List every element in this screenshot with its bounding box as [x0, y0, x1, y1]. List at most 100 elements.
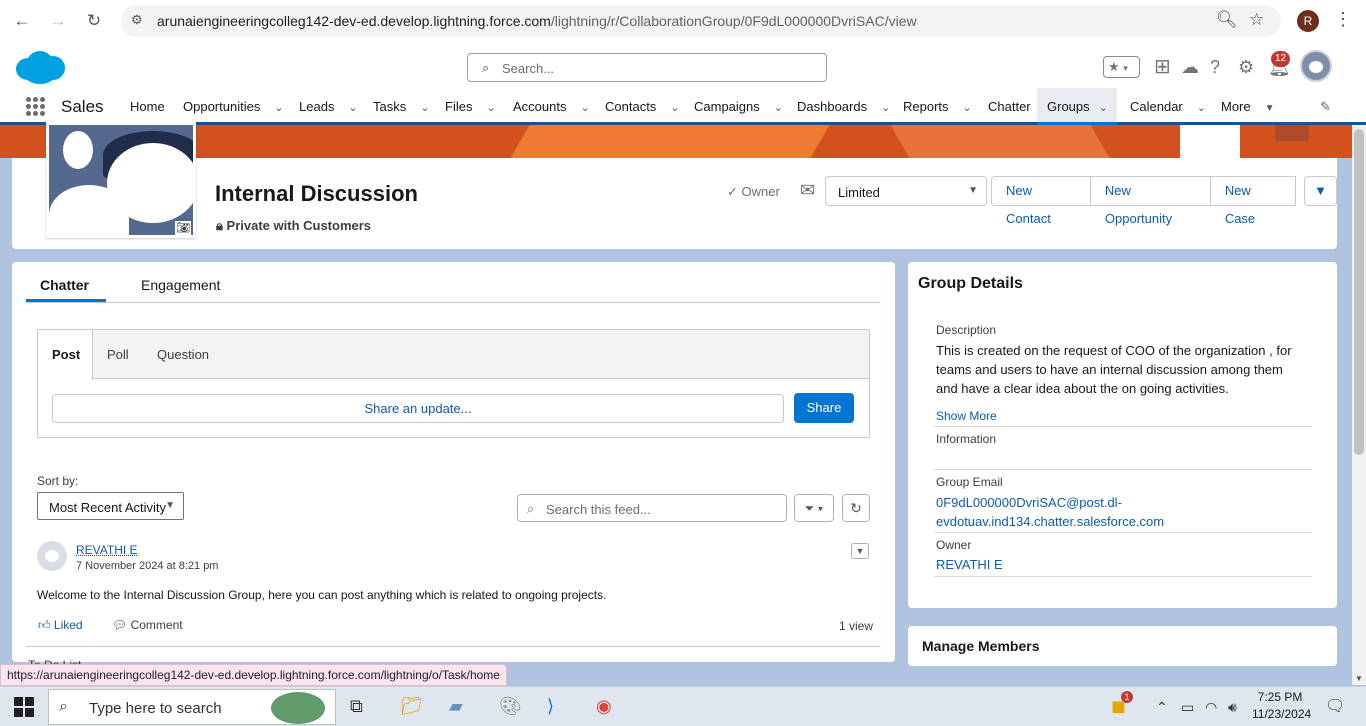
group-title: Internal Discussion: [215, 181, 418, 206]
nav-item-home[interactable]: Home: [130, 99, 165, 114]
nav-item-more[interactable]: More ▼: [1221, 99, 1275, 114]
volume-icon[interactable]: 🔊︎: [1228, 699, 1237, 716]
nav-item-accounts[interactable]: Accounts ⌄: [513, 99, 590, 114]
global-search-input[interactable]: ⌕ Search...: [467, 53, 827, 82]
camera-icon[interactable]: 📷︎: [175, 221, 191, 235]
nav-item-contacts[interactable]: Contacts ⌄: [605, 99, 680, 114]
thumbs-up-icon: 👍︎: [38, 618, 51, 632]
taskbar-search-input[interactable]: ⌕ Type here to search: [48, 689, 336, 725]
global-create-icon[interactable]: ⊞: [1154, 54, 1171, 79]
back-icon[interactable]: ←: [11, 11, 33, 33]
share-update-input[interactable]: Share an update...: [52, 394, 784, 423]
wifi-icon[interactable]: ◠: [1205, 699, 1217, 716]
user-avatar[interactable]: [1300, 50, 1332, 82]
nav-item-reports[interactable]: Reports ⌄: [903, 99, 972, 114]
publisher-tab-post[interactable]: Post: [52, 347, 80, 362]
owner-label: Owner: [936, 538, 972, 552]
publisher-tab-poll[interactable]: Poll: [107, 347, 129, 362]
browser-toolbar: ← → ↻ ⚙ arunaiengineeringcolleg142-dev-e…: [0, 0, 1366, 43]
chevron-up-icon[interactable]: ⌃: [1156, 699, 1168, 716]
divider: [26, 646, 880, 647]
tab-chatter[interactable]: Chatter: [40, 277, 89, 293]
owner-status: ✓ Owner: [727, 184, 780, 199]
forward-icon[interactable]: →: [47, 11, 69, 33]
post-views: 1 view: [839, 619, 874, 633]
chevron-down-icon: ⌄: [348, 102, 358, 114]
system-clock[interactable]: 7:25 PM 11/23/2024: [1252, 689, 1311, 723]
site-info-icon[interactable]: ⚙: [131, 12, 143, 28]
chatter-feed-card: Chatter Engagement Post Poll Question Sh…: [12, 262, 895, 662]
nav-item-tasks[interactable]: Tasks ⌄: [373, 99, 429, 114]
paint-icon[interactable]: 🎨︎: [499, 696, 522, 717]
app-icon[interactable]: ▰: [449, 696, 463, 717]
favorites-button[interactable]: ★ ▾: [1103, 56, 1140, 78]
file-explorer-icon[interactable]: 📁︎: [400, 696, 423, 717]
nav-item-files[interactable]: Files ⌄: [445, 99, 496, 114]
caret-down-icon: ▼: [1264, 103, 1275, 114]
new-case-button[interactable]: New Case: [1210, 176, 1297, 226]
bookmark-star-icon[interactable]: ☆: [1249, 10, 1264, 30]
nav-item-calendar[interactable]: Calendar ⌄: [1130, 99, 1206, 114]
chevron-down-icon: ⌄: [881, 102, 891, 114]
zoom-icon[interactable]: 🔍︎: [1216, 10, 1238, 30]
sort-select[interactable]: Most Recent Activity ▼: [37, 492, 184, 520]
app-launcher-icon[interactable]: [26, 97, 46, 117]
page-scrollbar[interactable]: ▼: [1352, 125, 1366, 685]
chrome-icon[interactable]: ◉: [596, 696, 612, 717]
scroll-down-icon[interactable]: ▼: [1355, 674, 1363, 683]
nav-item-leads[interactable]: Leads ⌄: [299, 99, 358, 114]
vscode-icon[interactable]: ⟩: [547, 696, 554, 717]
scrollbar-thumb[interactable]: [1354, 129, 1364, 455]
reload-icon[interactable]: ↻: [83, 11, 105, 33]
more-actions-button[interactable]: ▼: [1304, 176, 1337, 206]
group-privacy: 🔒︎ Private with Customers: [216, 218, 372, 233]
salesforce-logo[interactable]: [14, 49, 66, 85]
nav-item-dashboards[interactable]: Dashboards ⌄: [797, 99, 890, 114]
post-menu-button[interactable]: ▼: [851, 543, 869, 559]
windows-start-icon[interactable]: [14, 697, 34, 717]
address-bar[interactable]: ⚙ arunaiengineeringcolleg142-dev-ed.deve…: [121, 5, 1281, 37]
group-email-link[interactable]: 0F9dL000000DvriSAC@post.dl-evdotuav.ind1…: [936, 493, 1306, 531]
feed-search-input[interactable]: ⌕ Search this feed...: [517, 494, 787, 522]
help-icon[interactable]: ?: [1210, 57, 1220, 78]
setup-gear-icon[interactable]: ⚙: [1238, 57, 1254, 78]
task-view-icon[interactable]: ⧉: [350, 696, 363, 717]
like-button[interactable]: 👍︎ Liked: [38, 618, 83, 633]
notification-center-icon[interactable]: 🗨︎: [1325, 696, 1345, 716]
nav-item-chatter[interactable]: Chatter: [988, 99, 1031, 114]
profile-avatar[interactable]: R: [1297, 10, 1319, 32]
feed-filter-button[interactable]: ⏷ ▾: [794, 494, 834, 522]
feed-refresh-button[interactable]: ↻: [842, 494, 870, 522]
publisher-tab-question[interactable]: Question: [157, 347, 209, 362]
owner-link[interactable]: REVATHI E: [936, 555, 1306, 574]
nav-item-opportunities[interactable]: Opportunities ⌄: [183, 99, 284, 114]
trailhead-icon[interactable]: ☁: [1181, 57, 1199, 78]
edit-nav-pencil-icon[interactable]: ✎: [1320, 99, 1331, 115]
status-bar-url: https://arunaiengineeringcolleg142-dev-e…: [0, 664, 507, 686]
notification-frequency-select[interactable]: Limited ▼: [825, 176, 987, 206]
chevron-down-icon: ⌄: [274, 102, 284, 114]
post-timestamp[interactable]: 7 November 2024 at 8:21 pm: [76, 560, 218, 572]
browser-menu-icon[interactable]: ⋮: [1334, 9, 1352, 30]
nav-item-groups[interactable]: Groups ⌄: [1047, 99, 1108, 114]
comment-button[interactable]: 💬︎ Comment: [112, 618, 183, 632]
post-author-avatar[interactable]: [37, 541, 67, 571]
new-contact-button[interactable]: New Contact: [991, 176, 1091, 226]
share-button[interactable]: Share: [794, 393, 854, 423]
post-author-link[interactable]: REVATHI E: [76, 543, 138, 557]
tab-engagement[interactable]: Engagement: [141, 277, 220, 293]
manage-members-card: Manage Members: [908, 626, 1337, 666]
feed-tabs: Chatter Engagement: [26, 262, 880, 303]
group-photo[interactable]: 📷︎: [46, 122, 196, 238]
divider: [934, 576, 1312, 577]
search-icon: ⌕: [59, 698, 68, 715]
comment-icon: 💬︎: [112, 618, 128, 632]
search-icon: ⌕: [482, 60, 490, 75]
chevron-down-icon: ⌄: [773, 102, 783, 114]
battery-icon[interactable]: ▭: [1181, 699, 1194, 716]
description-value: This is created on the request of COO of…: [936, 343, 1292, 396]
chevron-down-icon: ⌄: [486, 102, 496, 114]
show-more-link[interactable]: Show More: [936, 409, 997, 423]
nav-item-campaigns[interactable]: Campaigns ⌄: [694, 99, 783, 114]
new-opportunity-button[interactable]: New Opportunity: [1090, 176, 1211, 226]
